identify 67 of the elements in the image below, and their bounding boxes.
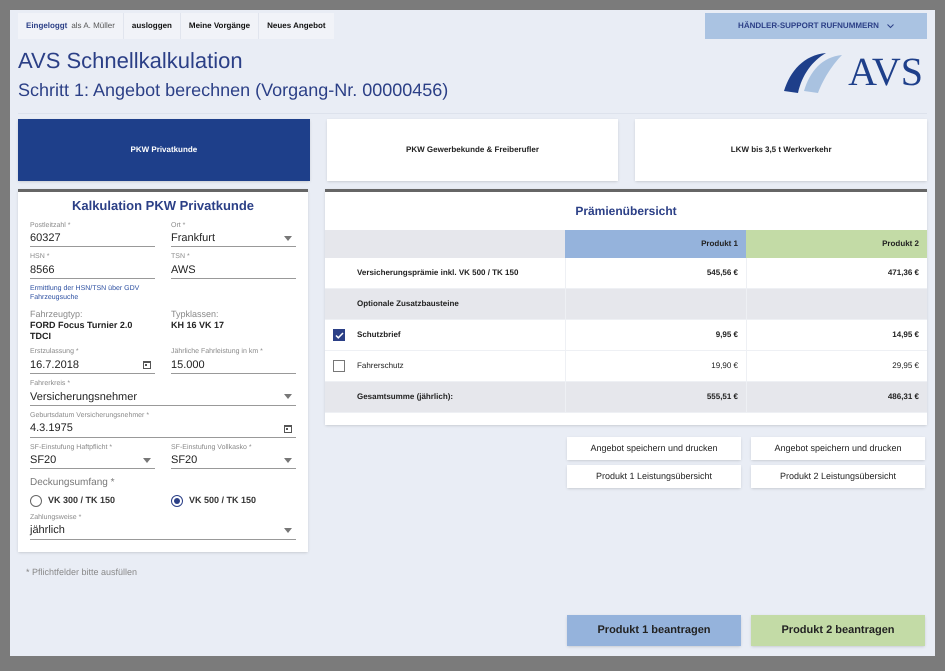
select-field[interactable]: SF20 xyxy=(30,452,155,470)
dropdown-icon xyxy=(284,394,292,400)
logo-swoosh-icon xyxy=(782,51,844,93)
nav-link[interactable]: Neues Angebot xyxy=(258,13,334,39)
required-fields-note: * Pflichtfelder bitte ausfüllen xyxy=(26,566,138,578)
row-label: Fahrerschutz xyxy=(357,360,404,372)
category-tab[interactable]: PKW Privatkunde xyxy=(18,119,310,181)
select-field[interactable]: jährlich xyxy=(30,522,296,540)
input-field[interactable]: 15.000 xyxy=(171,357,296,374)
input-field[interactable]: 60327 xyxy=(30,230,155,248)
action-button[interactable]: Produkt 1 Leistungsübersicht xyxy=(567,465,741,488)
action-button[interactable]: Angebot speichern und drucken xyxy=(751,437,925,460)
dropdown-icon xyxy=(284,528,292,533)
price-cell: 486,31 € xyxy=(888,391,919,403)
info-value: KH 16 VK 17 xyxy=(171,320,226,331)
date-field[interactable]: 16.7.2018 xyxy=(30,357,155,374)
product-column-header: Produkt 2 xyxy=(746,230,927,258)
select-field[interactable]: Frankfurt xyxy=(171,230,296,248)
price-cell: 471,36 € xyxy=(888,267,919,279)
chevron-down-icon xyxy=(886,24,894,28)
row-label: Versicherungsprämie inkl. VK 500 / TK 150 xyxy=(357,267,518,279)
checkbox[interactable] xyxy=(333,360,345,372)
price-cell: 555,51 € xyxy=(706,391,738,403)
apply-button[interactable]: Produkt 1 beantragen xyxy=(567,615,741,646)
date-field[interactable]: 4.3.1975 xyxy=(30,420,296,438)
category-tab[interactable]: PKW Gewerbekunde & Freiberufler xyxy=(326,119,618,181)
row-label: Optionale Zusatzbausteine xyxy=(357,298,459,310)
product-column-header: Produkt 1 xyxy=(565,230,746,258)
category-tab[interactable]: LKW bis 3,5 t Werkverkehr xyxy=(635,119,928,181)
logo: AVS xyxy=(782,47,927,93)
action-button[interactable]: Angebot speichern und drucken xyxy=(567,437,741,460)
apply-button[interactable]: Produkt 2 beantragen xyxy=(751,615,925,646)
premium-card: Prämienübersicht Produkt 1 Produkt 2 Versicherungsprämie inkl. VK 500 / TK 150 545,56 € 471,36 € Optionale Zusatzbausteine Schutzbrief 9,95 € 14,95 € Fahrerschutz 19,90 € 29,95 € Gesamtsumme (jährlich): 555,51 € 486,31 € xyxy=(325,189,927,425)
page-subtitle: Schritt 1: Angebot berechnen (Vorgang-Nr. 00000456) xyxy=(18,78,448,101)
price-cell: 9,95 € xyxy=(716,329,738,341)
input-field[interactable]: AWS xyxy=(171,262,296,279)
radio-button[interactable] xyxy=(30,495,42,507)
login-user: als A. Müller xyxy=(71,20,115,32)
info-label: Fahrzeugtyp: xyxy=(30,308,84,320)
dropdown-icon xyxy=(143,458,151,463)
select-field[interactable]: Versicherungsnehmer xyxy=(30,388,296,406)
row-label: Schutzbrief xyxy=(357,329,401,341)
page-title: AVS Schnellkalkulation xyxy=(18,47,244,74)
calendar-icon xyxy=(143,361,151,369)
nav-link[interactable]: Meine Vorgänge xyxy=(180,13,258,39)
dropdown-icon xyxy=(284,458,292,463)
info-label: Typklassen: xyxy=(171,308,220,320)
select-field[interactable]: SF20 xyxy=(171,452,296,470)
price-cell: 19,90 € xyxy=(711,360,738,372)
nav-link[interactable]: ausloggen xyxy=(122,13,180,39)
price-cell: 29,95 € xyxy=(892,360,919,372)
dropdown-icon xyxy=(284,236,292,241)
radio-button[interactable] xyxy=(171,495,183,507)
checkbox[interactable] xyxy=(333,329,345,341)
radio-label: VK 300 / TK 150 xyxy=(48,494,116,508)
radio-label: VK 500 / TK 150 xyxy=(189,494,256,508)
price-cell: 14,95 € xyxy=(892,329,919,341)
login-label: Eingeloggt xyxy=(26,20,68,32)
calendar-icon xyxy=(284,424,292,432)
row-label: Gesamtsumme (jährlich): xyxy=(357,391,454,403)
price-cell: 545,56 € xyxy=(706,267,738,279)
input-field[interactable]: 8566 xyxy=(30,262,155,279)
support-dropdown-button[interactable]: HÄNDLER-SUPPORT RUFNUMMERN xyxy=(705,13,927,39)
check-icon xyxy=(334,332,344,338)
info-value: FORD Focus Turnier 2.0 TDCI xyxy=(30,320,134,342)
action-button[interactable]: Produkt 2 Leistungsübersicht xyxy=(751,465,925,488)
field-label: Deckungsumfang * xyxy=(30,476,116,490)
